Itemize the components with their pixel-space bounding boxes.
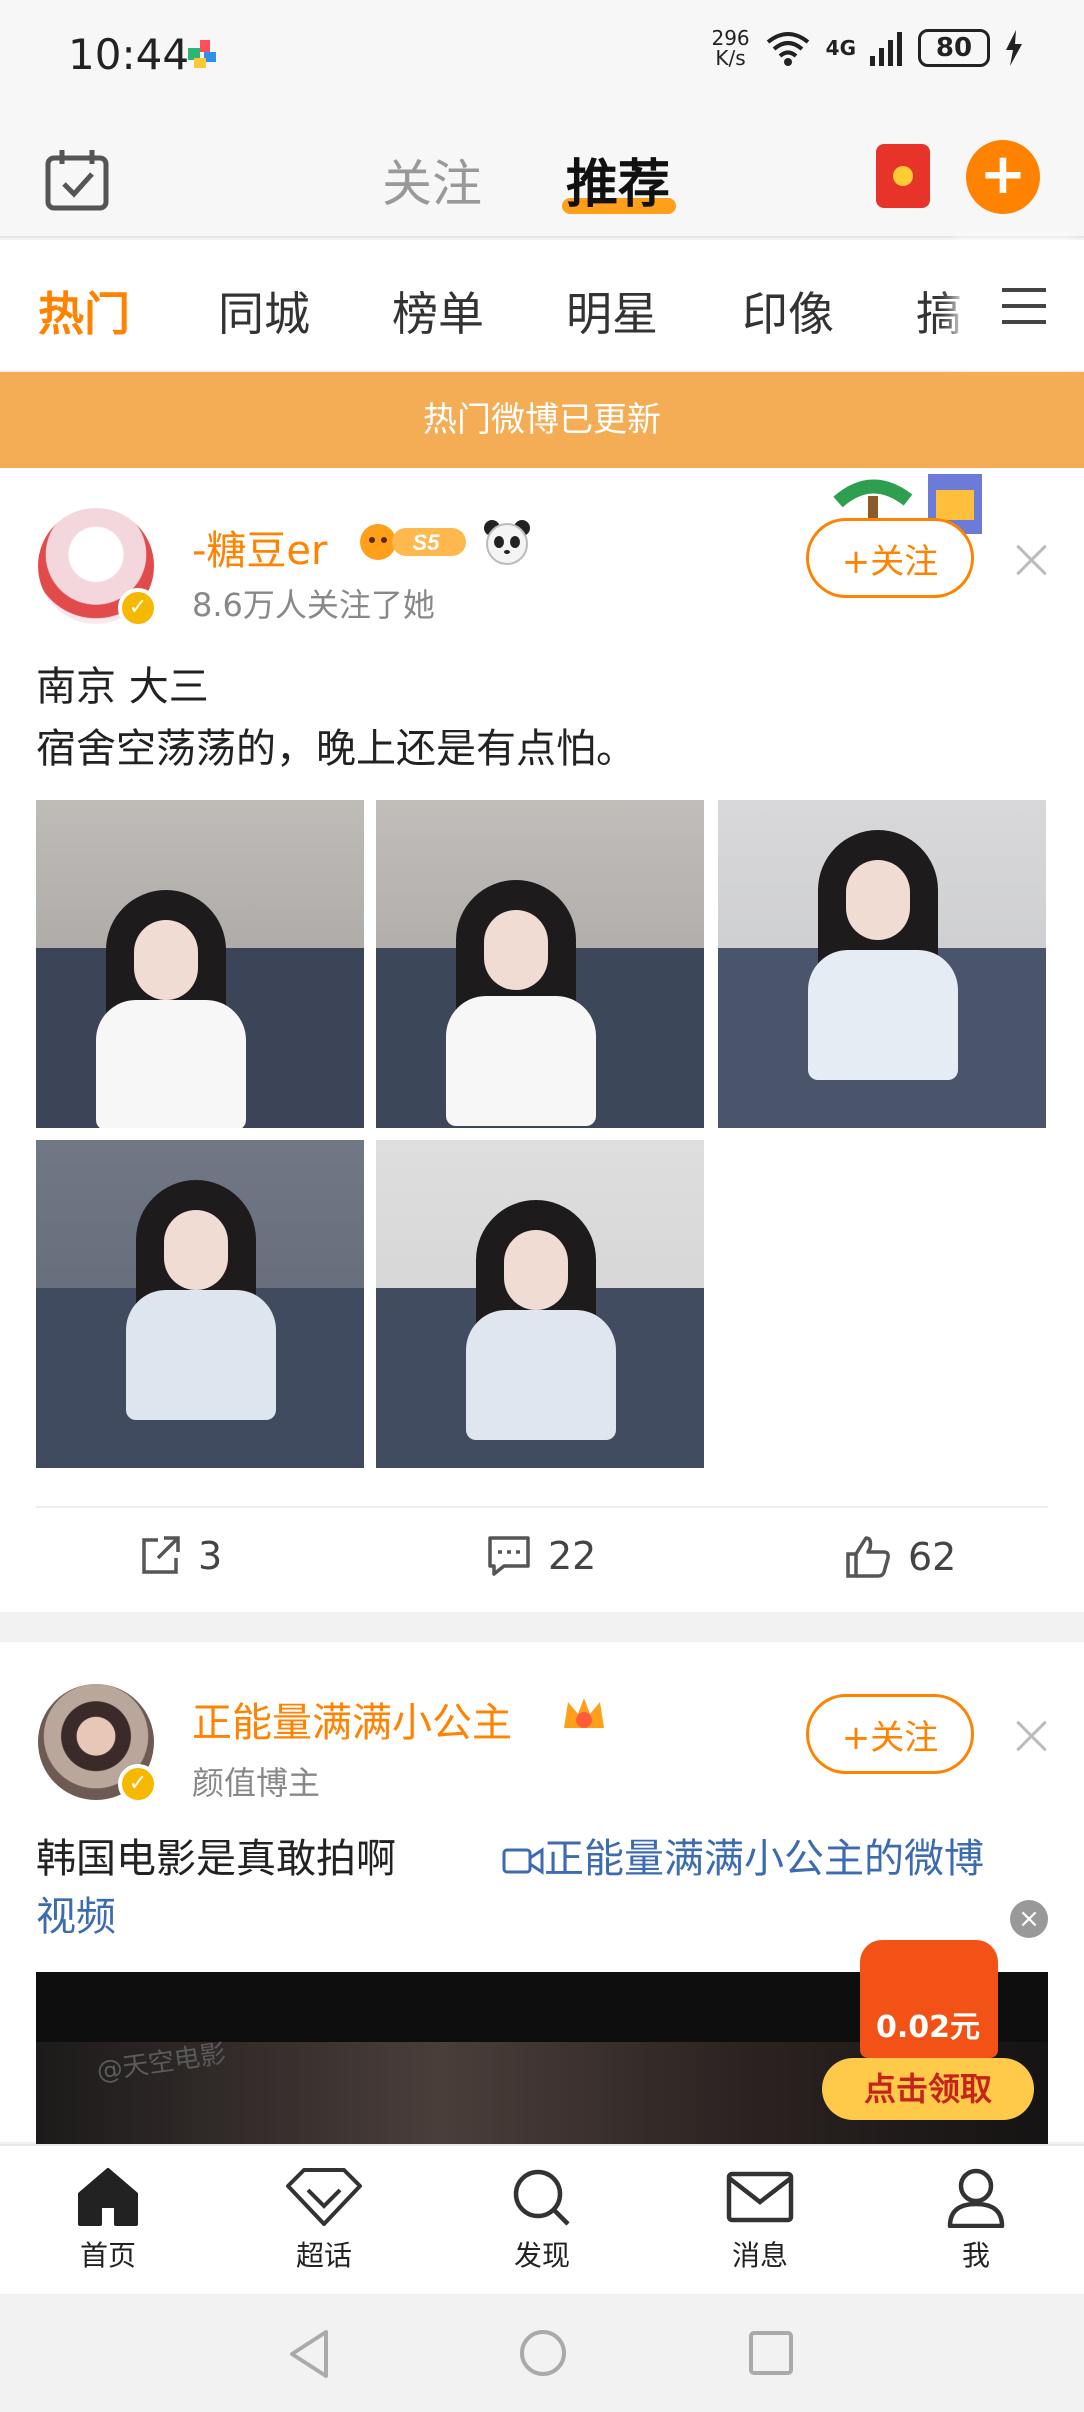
- category-bar: 热门 同城 榜单 明星 印像 搞: [0, 240, 1084, 370]
- category-local[interactable]: 同城: [218, 278, 310, 344]
- repost-icon: [142, 1536, 180, 1574]
- avatar[interactable]: ✓: [38, 1684, 158, 1804]
- category-hot[interactable]: 热门: [38, 278, 130, 344]
- nav-super-topic[interactable]: 超话: [264, 2166, 384, 2274]
- tab-follow[interactable]: 关注: [382, 144, 482, 216]
- hamburger-icon[interactable]: [964, 240, 1084, 370]
- follow-button[interactable]: +关注: [806, 518, 974, 598]
- post-text: 韩国电影是真敢拍啊: [36, 1836, 396, 1882]
- like-button[interactable]: 62: [844, 1534, 956, 1580]
- nav-home[interactable]: 首页: [48, 2166, 168, 2274]
- battery-indicator: 80: [918, 29, 990, 67]
- post-photo[interactable]: [376, 1140, 704, 1468]
- home-icon: [78, 2168, 138, 2226]
- back-icon[interactable]: [286, 2328, 334, 2380]
- category-impression[interactable]: 印像: [742, 278, 834, 344]
- video-camera-icon: [502, 1847, 544, 1875]
- comment-button[interactable]: 22: [486, 1534, 596, 1578]
- video-link[interactable]: 正能量满满小公主的微博: [502, 1828, 984, 1890]
- close-icon[interactable]: [1014, 542, 1048, 576]
- post-username[interactable]: -糖豆er: [192, 518, 328, 576]
- divider: [36, 1506, 1048, 1508]
- bottom-navigation: 首页 超话 发现 消息 我: [0, 2144, 1084, 2294]
- calendar-check-icon[interactable]: [44, 148, 110, 212]
- category-celebrity[interactable]: 明星: [566, 278, 658, 344]
- claim-button[interactable]: 点击领取: [822, 2058, 1034, 2120]
- red-packet-icon[interactable]: [876, 144, 930, 208]
- verified-badge-icon: ✓: [118, 588, 158, 628]
- repost-button[interactable]: 3: [138, 1534, 222, 1578]
- profile-icon: [947, 2168, 1005, 2228]
- recents-icon[interactable]: [748, 2330, 794, 2376]
- follow-button[interactable]: +关注: [806, 1694, 974, 1774]
- crown-badge-icon: [564, 1698, 604, 1728]
- badge-level-text: S5: [413, 530, 441, 555]
- category-funny[interactable]: 搞: [916, 278, 962, 344]
- post-photo[interactable]: [376, 800, 704, 1128]
- update-banner[interactable]: 热门微博已更新: [0, 372, 1084, 468]
- post-text: 南京 大三 宿舍空荡荡的，晚上还是有点怕。: [36, 656, 636, 780]
- verified-badge-icon: ✓: [118, 1764, 158, 1804]
- compose-button[interactable]: +: [966, 140, 1040, 214]
- red-envelope-popup[interactable]: 0.02元 点击领取 ×: [822, 1900, 1048, 2130]
- mail-icon: [726, 2171, 794, 2223]
- red-envelope-close-icon[interactable]: ×: [1010, 1900, 1048, 1938]
- avatar[interactable]: ✓: [38, 508, 158, 628]
- status-bar: 10:44 296 K/s 4G 80: [0, 0, 1084, 120]
- top-header: 关注 推荐 +: [0, 120, 1084, 238]
- close-icon[interactable]: [1014, 1718, 1048, 1752]
- post-photo[interactable]: [36, 800, 364, 1128]
- blogger-tag: 颜值博主: [192, 1764, 321, 1802]
- post-username[interactable]: 正能量满满小公主: [192, 1690, 512, 1748]
- panda-icon: [484, 520, 530, 565]
- diamond-icon: [286, 2168, 362, 2226]
- search-icon: [513, 2169, 570, 2226]
- red-envelope-amount: 0.02元: [875, 2010, 981, 2045]
- category-ranking[interactable]: 榜单: [392, 278, 484, 344]
- system-navigation: [0, 2294, 1084, 2412]
- wifi-icon: [766, 32, 809, 66]
- app-notification-icon: [188, 40, 216, 68]
- repost-count: 3: [198, 1534, 223, 1578]
- post-text-line: 宿舍空荡荡的，晚上还是有点怕。: [36, 726, 636, 772]
- post-photo[interactable]: [36, 1140, 364, 1468]
- video-link-continued[interactable]: 视频: [36, 1886, 116, 1948]
- post-text-line: 南京 大三: [36, 664, 209, 710]
- nav-discover[interactable]: 发现: [482, 2166, 602, 2274]
- home-circle-icon[interactable]: [518, 2328, 568, 2378]
- post-card: ✓ -糖豆er S5 8.6万人关注了她 +关注 南京 大三 宿舍空荡荡的，晚上…: [0, 468, 1084, 1612]
- member-level-badge-icon: S5: [360, 524, 466, 560]
- post-photo[interactable]: [718, 800, 1046, 1128]
- signal-label: 4G: [825, 36, 856, 60]
- charging-icon: [1006, 30, 1022, 66]
- status-indicators: 296 K/s 4G 80: [711, 28, 1024, 68]
- net-speed: 296 K/s: [711, 26, 750, 70]
- follower-count: 8.6万人关注了她: [192, 586, 435, 624]
- nav-messages[interactable]: 消息: [700, 2166, 820, 2274]
- cell-signal-icon: [870, 32, 902, 66]
- thumbs-up-icon: [846, 1536, 890, 1578]
- comment-count: 22: [548, 1534, 597, 1578]
- tab-recommend[interactable]: 推荐: [566, 142, 670, 217]
- status-time: 10:44: [68, 30, 190, 79]
- nav-me[interactable]: 我: [916, 2166, 1036, 2274]
- comment-icon: [488, 1536, 530, 1576]
- like-count: 62: [908, 1535, 957, 1579]
